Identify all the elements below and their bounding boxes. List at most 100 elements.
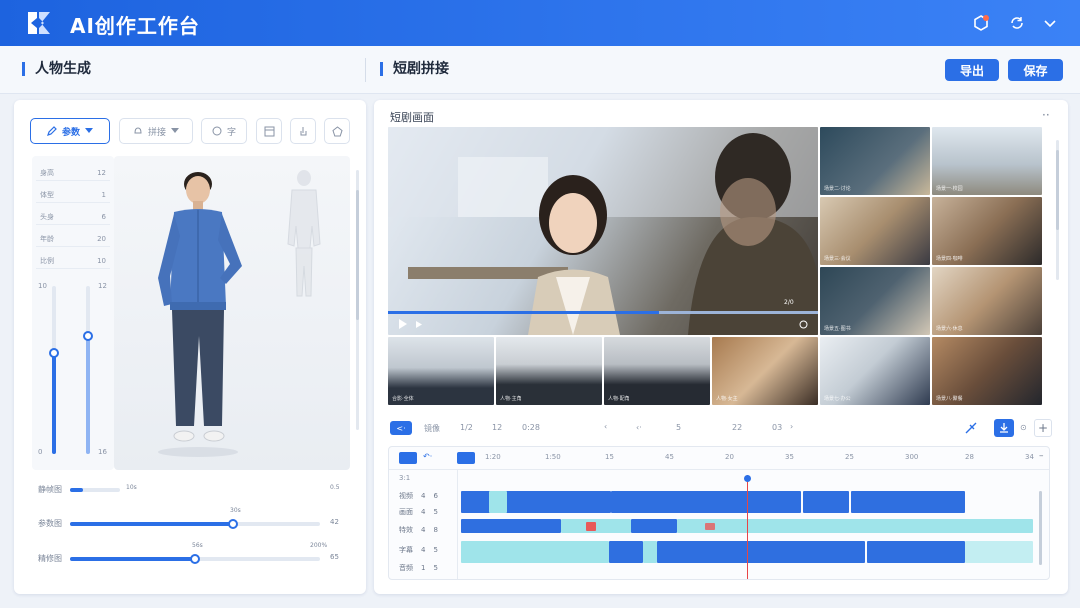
param-row[interactable]: 体型 1 <box>36 188 110 203</box>
hslider-fill <box>70 557 195 561</box>
vertical-slider-right[interactable] <box>83 286 93 454</box>
track-label: 字幕 4 5 <box>399 546 438 554</box>
lock-icon[interactable]: ⊙ <box>1020 423 1027 432</box>
thumb-scene[interactable]: 人物·配角 <box>604 337 710 405</box>
hslider-fill <box>70 488 83 492</box>
tool-params[interactable]: 参数 <box>30 118 110 144</box>
tool-splice[interactable]: 拼接 <box>119 118 193 144</box>
mode-label[interactable]: 镜像 <box>424 423 440 434</box>
collapse-icon[interactable]: – <box>1039 451 1044 461</box>
back-button[interactable]: <· <box>390 421 412 435</box>
thumbs-scrollbar[interactable] <box>1056 140 1059 280</box>
save-button[interactable]: 保存 <box>1008 59 1063 81</box>
hslider-knob[interactable] <box>190 554 200 564</box>
subtitle-clip[interactable] <box>643 541 657 563</box>
scroll-thumb[interactable] <box>1039 491 1042 565</box>
thumb-scene[interactable]: 合影·全体 <box>388 337 494 405</box>
param-row[interactable]: 比例 10 <box>36 254 110 269</box>
thumb-scene[interactable]: 人物·女主 <box>712 337 818 405</box>
export-button[interactable]: 导出 <box>945 59 999 81</box>
preview-progress-track[interactable] <box>388 311 818 314</box>
scroll-thumb[interactable] <box>1056 150 1059 230</box>
param-row[interactable]: 年龄 20 <box>36 232 110 247</box>
zoom-in-button[interactable]: + <box>1034 419 1052 437</box>
snap-icon[interactable]: ↶· <box>423 452 432 461</box>
cut-icon[interactable] <box>964 421 978 435</box>
video-clip[interactable] <box>489 491 507 513</box>
more-icon[interactable]: ·· <box>1042 108 1050 122</box>
thumb-scene[interactable]: 场景一·校园 <box>932 127 1042 195</box>
video-clip[interactable] <box>851 491 965 513</box>
ruler-tick: 28 <box>965 453 974 461</box>
track-header: 3:1 <box>399 474 411 482</box>
caret-down-icon <box>85 128 93 133</box>
thumb-scene[interactable]: 场景五·图书 <box>820 267 930 335</box>
playhead[interactable] <box>747 475 748 579</box>
tool-text[interactable]: 字 <box>201 118 247 144</box>
timeline-scrollbar[interactable] <box>1039 491 1042 565</box>
hslider-track[interactable] <box>70 488 120 492</box>
hslider-max: 200% <box>310 542 328 549</box>
tool-window[interactable] <box>256 118 282 144</box>
hslider-fill <box>70 522 233 526</box>
effect-clip[interactable] <box>677 519 1033 533</box>
first-icon[interactable]: ‹· <box>636 423 642 432</box>
thumb-scene[interactable]: 场景三·会议 <box>820 197 930 265</box>
caret-down-icon <box>171 128 179 133</box>
edit-mode-button[interactable] <box>457 452 475 464</box>
video-clip[interactable] <box>461 491 611 513</box>
thumb-scene[interactable]: 人物·主角 <box>496 337 602 405</box>
subtitle-clip[interactable] <box>657 541 865 563</box>
vslider-bottom-left: 0 <box>38 448 43 456</box>
main-video-preview[interactable]: 2/0 <box>388 127 818 335</box>
tool-text-label: 字 <box>226 127 236 138</box>
playhead-handle[interactable] <box>744 475 751 482</box>
prev-icon[interactable]: ‹ <box>604 422 607 431</box>
effect-clip[interactable] <box>631 519 677 533</box>
thumb-scene[interactable]: 场景二·讨论 <box>820 127 930 195</box>
tool-touch[interactable] <box>290 118 316 144</box>
hslider-track[interactable] <box>70 554 320 564</box>
hexagon-icon[interactable] <box>972 14 990 32</box>
download-button[interactable] <box>994 419 1014 437</box>
hslider-end: 65 <box>330 553 339 561</box>
section-divider <box>365 58 366 82</box>
subtitle-clip[interactable] <box>965 541 1033 563</box>
video-clip[interactable] <box>611 491 801 513</box>
thumb-scene[interactable]: 场景四·咖啡 <box>932 197 1042 265</box>
track-mode-button[interactable] <box>399 452 417 464</box>
thumb-scene[interactable]: 场景六·休息 <box>932 267 1042 335</box>
settings-icon[interactable] <box>799 320 808 329</box>
subtitle-clip[interactable] <box>609 541 643 563</box>
subtitle-clip[interactable] <box>461 541 609 563</box>
next-frame-icon[interactable] <box>416 321 424 328</box>
vertical-slider-left[interactable] <box>49 286 59 454</box>
next-icon[interactable]: › <box>790 422 793 431</box>
hslider-knob[interactable] <box>227 519 238 529</box>
track-label: 音频 1 5 <box>399 564 438 572</box>
video-clip[interactable] <box>803 491 849 513</box>
effect-clip[interactable] <box>561 519 631 533</box>
marker[interactable] <box>586 522 596 531</box>
tool-favorite[interactable] <box>324 118 350 144</box>
count-label: 12 <box>492 423 503 432</box>
pencil-icon <box>47 126 57 136</box>
sync-icon[interactable] <box>1008 14 1026 32</box>
scene-illustration <box>388 127 818 335</box>
thumb-scene[interactable]: 场景七·办公 <box>820 337 930 405</box>
param-row[interactable]: 身高 12 <box>36 166 110 181</box>
param-row[interactable]: 头身 6 <box>36 210 110 225</box>
vertical-slider-knob[interactable] <box>49 348 59 359</box>
chevron-down-icon[interactable] <box>1041 14 1059 32</box>
marker[interactable] <box>705 523 715 530</box>
effect-clip[interactable] <box>461 519 561 533</box>
character-scrollbar[interactable] <box>356 170 359 430</box>
time-ruler[interactable]: 1:20 1:50 15 45 20 35 25 300 28 34 <box>485 453 1035 463</box>
scroll-thumb[interactable] <box>356 190 359 320</box>
smile-icon <box>212 126 222 136</box>
vertical-slider-knob[interactable] <box>83 331 93 342</box>
play-icon[interactable] <box>398 319 408 329</box>
subtitle-clip[interactable] <box>867 541 965 563</box>
thumb-scene[interactable]: 场景八·聚餐 <box>932 337 1042 405</box>
hslider-track[interactable] <box>70 519 320 529</box>
